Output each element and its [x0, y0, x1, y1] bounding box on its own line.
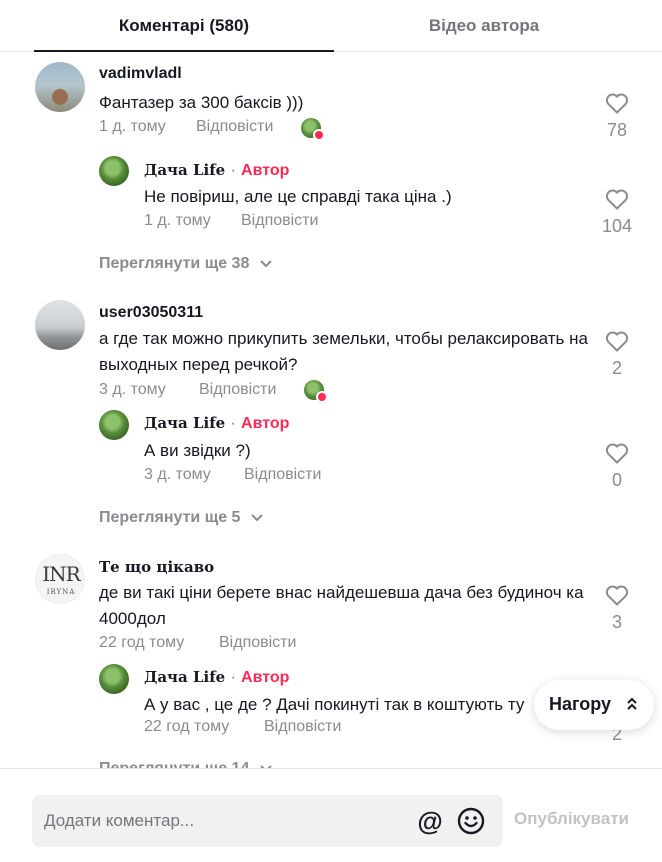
- reply-username[interactable]: Дача Life · Автор: [144, 414, 289, 433]
- reply-avatar[interactable]: [99, 156, 129, 186]
- double-chevron-up-icon: [627, 697, 637, 710]
- author-badge: Автор: [241, 669, 290, 686]
- reply-button[interactable]: Відповісти: [241, 212, 318, 230]
- like-button[interactable]: 0: [597, 442, 637, 491]
- reply-text: Не повіриш, але це справді така ціна .): [144, 187, 452, 206]
- avatar[interactable]: [35, 62, 85, 112]
- heart-badge-icon: [313, 129, 325, 141]
- heart-icon: [605, 189, 629, 210]
- view-more-label: Переглянути ще 5: [99, 509, 241, 526]
- tab-creator-videos[interactable]: Відео автора: [334, 0, 634, 52]
- scroll-to-top-button[interactable]: Нагору: [534, 680, 654, 730]
- tabs-bar: Коментарі (580) Відео автора: [0, 0, 662, 52]
- emoji-button[interactable]: [457, 807, 485, 835]
- reply-timestamp: 22 год тому: [144, 718, 230, 735]
- comment-timestamp: 3 д. тому: [99, 381, 166, 398]
- heart-icon: [605, 585, 629, 606]
- reply-username-text: Дача Life: [144, 161, 226, 179]
- like-count: 2: [611, 358, 622, 378]
- reply-button[interactable]: Відповісти: [219, 634, 296, 652]
- view-more-label: Переглянути ще 38: [99, 255, 250, 272]
- separator-dot: ·: [230, 415, 236, 432]
- chevron-down-icon: [260, 260, 272, 268]
- like-count: 78: [606, 120, 628, 140]
- comment-timestamp: 1 д. тому: [99, 118, 166, 135]
- like-button[interactable]: 78: [597, 92, 637, 141]
- avatar-monogram: INR: [42, 562, 80, 586]
- comment-text: а где так можно прикупить земельки, чтоб…: [99, 329, 588, 374]
- comment-text: де ви такі ціни берете внас найдешевша д…: [99, 583, 584, 628]
- avatar[interactable]: INR IRYNA: [35, 554, 85, 604]
- view-more-label: Переглянути ще 14: [99, 760, 249, 768]
- comment-input-box[interactable]: @: [32, 795, 503, 847]
- view-more-replies-button[interactable]: Переглянути ще 5: [99, 509, 263, 527]
- heart-badge-icon: [316, 391, 328, 403]
- comment-timestamp: 22 год тому: [99, 634, 185, 651]
- reply-username-text: Дача Life: [144, 668, 226, 686]
- comment-list[interactable]: vadimvladl Фантазер за 300 баксів ))) 1 …: [0, 52, 662, 768]
- comment-text: Фантазер за 300 баксів ))): [99, 93, 304, 112]
- reply-text: А ви звідки ?): [144, 441, 251, 460]
- comment-input[interactable]: [32, 795, 402, 847]
- reply-username[interactable]: Дача Life · Автор: [144, 668, 289, 687]
- view-more-replies-button[interactable]: Переглянути ще 14: [99, 760, 272, 768]
- like-count: 0: [611, 470, 622, 490]
- avatar[interactable]: [35, 300, 85, 350]
- separator-dot: ·: [230, 162, 236, 179]
- reply-timestamp: 1 д. тому: [144, 212, 211, 229]
- view-more-replies-button[interactable]: Переглянути ще 38: [99, 255, 272, 273]
- comment-username[interactable]: vadimvladl: [99, 65, 182, 83]
- scroll-to-top-label: Нагору: [549, 694, 612, 714]
- reply-button[interactable]: Відповісти: [244, 466, 321, 484]
- reply-avatar[interactable]: [99, 410, 129, 440]
- reply-text: А у вас , це де ? Дачі покинуті так в ко…: [144, 695, 525, 714]
- reply-button[interactable]: Відповісти: [264, 718, 341, 736]
- reply-avatar[interactable]: [99, 664, 129, 694]
- like-count: 3: [611, 612, 622, 632]
- author-badge: Автор: [241, 415, 290, 432]
- creator-liked-badge: [301, 118, 325, 141]
- chevron-down-icon: [251, 514, 263, 522]
- separator-dot: ·: [230, 669, 236, 686]
- comment-username[interactable]: user03050311: [99, 304, 203, 322]
- comment-composer: @ Опублікувати: [0, 768, 662, 862]
- like-count: 104: [601, 216, 633, 236]
- heart-icon: [605, 331, 629, 352]
- heart-icon: [605, 93, 629, 114]
- tab-comments[interactable]: Коментарі (580): [34, 0, 334, 52]
- like-button[interactable]: 3: [597, 584, 637, 633]
- reply-button[interactable]: Відповісти: [199, 381, 276, 399]
- like-button[interactable]: 2: [597, 330, 637, 379]
- avatar-caption: IRYNA: [46, 588, 76, 596]
- comment-username[interactable]: Те що цікаво: [99, 558, 214, 576]
- author-badge: Автор: [241, 162, 290, 179]
- reply-timestamp: 3 д. тому: [144, 466, 211, 483]
- reply-username-text: Дача Life: [144, 414, 226, 432]
- creator-liked-badge: [304, 380, 328, 403]
- heart-icon: [605, 443, 629, 464]
- reply-button[interactable]: Відповісти: [196, 118, 273, 136]
- publish-button[interactable]: Опублікувати: [514, 809, 629, 829]
- like-button[interactable]: 104: [597, 188, 637, 237]
- smiley-icon: [457, 807, 485, 835]
- mention-button[interactable]: @: [416, 807, 444, 835]
- reply-username[interactable]: Дача Life · Автор: [144, 161, 289, 180]
